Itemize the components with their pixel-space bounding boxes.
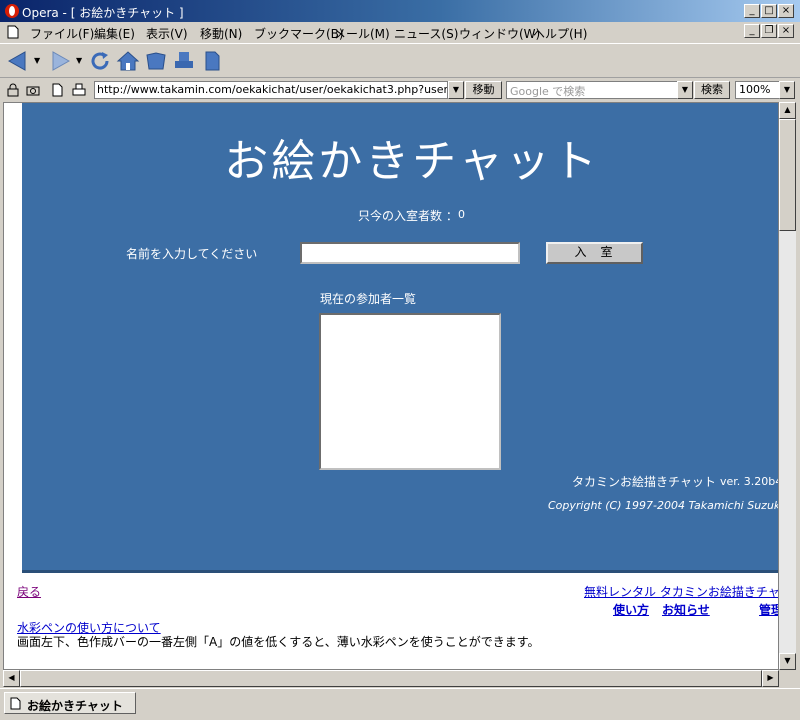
scroll-up-icon[interactable]: ▲ <box>779 102 796 119</box>
horizontal-scrollbar[interactable]: ◀ ▶ <box>3 670 779 687</box>
reload-icon[interactable] <box>88 49 112 73</box>
scroll-down-icon[interactable]: ▼ <box>779 653 796 670</box>
enter-button[interactable]: 入室 <box>546 242 643 264</box>
participants-list[interactable] <box>319 313 501 470</box>
minimize-button[interactable]: _ <box>744 4 760 18</box>
page-title: お絵かきチャット <box>224 136 600 187</box>
tab-label: お絵かきチャット <box>27 699 123 713</box>
address-bar: http://www.takamin.com/oekakichat/user/o… <box>0 79 800 101</box>
zoom-input[interactable]: 100% <box>735 81 780 99</box>
page-icon[interactable] <box>200 49 224 73</box>
window-title: Opera - [ お絵かきチャット ] <box>22 6 184 20</box>
menu-help[interactable]: ヘルプ(H) <box>533 25 587 42</box>
tab-oekaki-chat[interactable]: お絵かきチャット <box>4 692 136 714</box>
page-viewport: お絵かきチャット 只今の入室者数 ： 0 名前を入力してください 入室 現在の参… <box>3 102 779 670</box>
horizontal-scroll-thumb[interactable] <box>20 670 762 687</box>
menu-view[interactable]: 表示(V) <box>146 25 188 42</box>
menu-news[interactable]: ニュース(S) <box>394 25 458 42</box>
print-preview-icon[interactable] <box>72 83 86 97</box>
tab-bar: お絵かきチャット <box>0 688 800 720</box>
url-dropdown-icon[interactable]: ▼ <box>448 81 464 99</box>
lock-icon[interactable] <box>6 83 20 97</box>
document-icon <box>7 25 19 39</box>
page-tab-icon <box>10 697 21 710</box>
news-link[interactable]: お知らせ <box>662 601 710 618</box>
back-link[interactable]: 戻る <box>17 583 41 600</box>
menu-navigation[interactable]: 移動(N) <box>200 25 242 42</box>
search-button[interactable]: 検索 <box>694 81 730 99</box>
menu-edit[interactable]: 編集(E) <box>94 25 135 42</box>
admin-link[interactable]: 管理 <box>759 601 778 618</box>
menu-bookmarks[interactable]: ブックマーク(B) <box>254 25 344 42</box>
title-bar: Opera - [ お絵かきチャット ] _ □ × <box>0 0 800 22</box>
zoom-dropdown-icon[interactable]: ▼ <box>779 81 795 99</box>
scroll-left-icon[interactable]: ◀ <box>3 670 20 687</box>
home-icon[interactable] <box>116 49 140 73</box>
document-minimize-button[interactable]: _ <box>744 24 760 38</box>
print-icon[interactable] <box>172 49 196 73</box>
vertical-scroll-thumb[interactable] <box>779 119 796 231</box>
chat-panel: お絵かきチャット 只今の入室者数 ： 0 名前を入力してください 入室 現在の参… <box>22 103 779 573</box>
search-input[interactable]: Google で検索 <box>506 81 678 99</box>
forward-dropdown-icon[interactable]: ▼ <box>76 56 82 65</box>
scroll-right-icon[interactable]: ▶ <box>762 670 779 687</box>
close-button[interactable]: × <box>778 4 794 18</box>
opera-icon <box>5 4 19 18</box>
menu-window[interactable]: ウィンドウ(W) <box>459 25 540 42</box>
back-dropdown-icon[interactable]: ▼ <box>34 56 40 65</box>
participant-count-label: 只今の入室者数 ： <box>358 209 458 223</box>
document-restore-button[interactable]: ❐ <box>761 24 777 38</box>
participant-count-value: 0 <box>458 208 465 221</box>
back-icon[interactable] <box>6 49 30 73</box>
menu-bar: ファイル(F) 編集(E) 表示(V) 移動(N) ブックマーク(B) メール(… <box>0 22 800 42</box>
forward-icon[interactable] <box>48 49 72 73</box>
name-label: 名前を入力してください <box>126 247 258 261</box>
menu-mail[interactable]: メール(M) <box>334 25 390 42</box>
search-engine-dropdown-icon[interactable]: ▼ <box>677 81 693 99</box>
participants-label: 現在の参加者一覧 <box>320 292 417 306</box>
rental-link[interactable]: 無料レンタル タカミンお絵描きチャット <box>584 583 778 600</box>
maximize-button[interactable]: □ <box>761 4 777 18</box>
document-info-icon[interactable] <box>50 83 64 97</box>
vertical-scrollbar[interactable]: ▲ ▼ <box>779 102 796 670</box>
name-input[interactable] <box>300 242 520 264</box>
howto-link[interactable]: 使い方 <box>613 601 649 618</box>
go-button[interactable]: 移動 <box>465 81 502 99</box>
document-close-button[interactable]: × <box>778 24 794 38</box>
menu-file[interactable]: ファイル(F) <box>30 25 94 42</box>
app-version: ver. 3.20b4 <box>720 475 779 488</box>
navigation-toolbar: ▼ ▼ <box>0 43 800 78</box>
copyright: Copyright (C) 1997-2004 Takamichi Suzuk <box>548 499 779 512</box>
url-input[interactable]: http://www.takamin.com/oekakichat/user/o… <box>94 81 448 99</box>
tip-text: 画面左下、色作成バーの一番左側「A」の値を低くすると、薄い水彩ペンを使うことがで… <box>17 635 540 649</box>
app-name: タカミンお絵描きチャット <box>572 475 716 489</box>
camera-icon[interactable] <box>26 83 40 97</box>
hotlist-icon[interactable] <box>144 49 168 73</box>
